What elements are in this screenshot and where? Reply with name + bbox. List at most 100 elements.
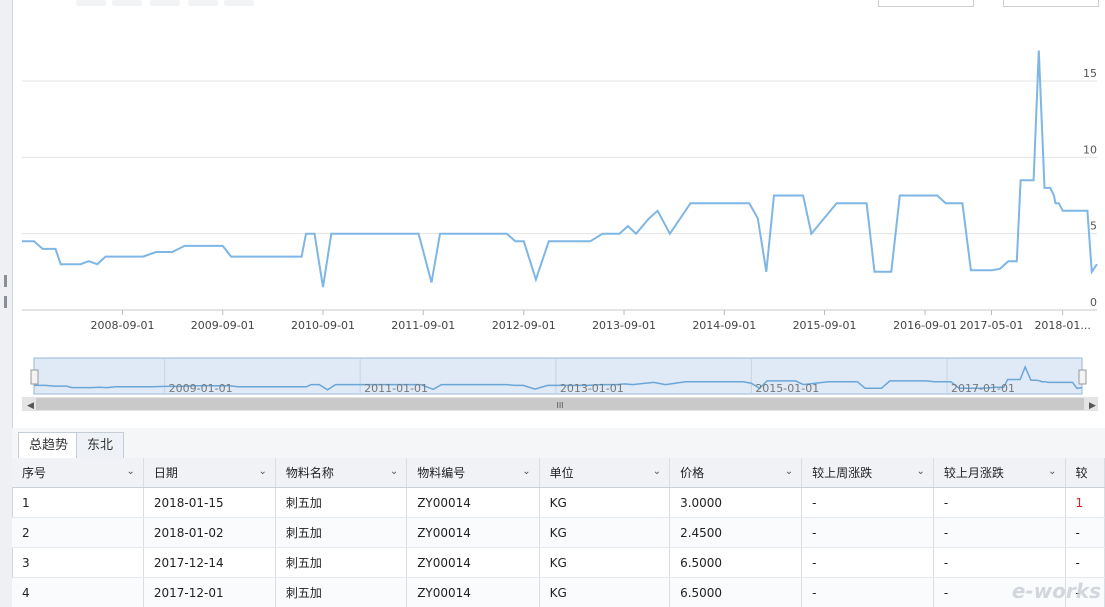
column-header-label: 较上月涨跌	[943, 466, 1004, 480]
table-row[interactable]: 2 2018-01-02 刺五加 ZY00014 KG 2.4500- - -	[12, 517, 1105, 548]
navigator-label: 2011-01-01	[364, 382, 428, 395]
y-axis-ticks: 0 5 10 15	[1083, 67, 1097, 309]
column-header[interactable]: 物料名称 ⌄	[275, 458, 408, 488]
x-tick-label: 2013-09-01	[592, 319, 656, 332]
column-menu-icon[interactable]: ⌄	[390, 466, 398, 477]
toolbar-button[interactable]	[112, 0, 142, 6]
table-cell: ZY00014	[406, 487, 540, 518]
toolbar-button[interactable]	[150, 0, 180, 6]
column-header[interactable]: 较	[1065, 458, 1105, 488]
column-header[interactable]: 序号 ⌄	[12, 458, 144, 488]
x-tick-label: 2018-01...	[1034, 319, 1090, 332]
column-header[interactable]: 较上月涨跌 ⌄	[933, 458, 1066, 488]
column-menu-icon[interactable]: ⌄	[785, 466, 793, 477]
table-cell: 刺五加	[275, 577, 408, 607]
table-cell: 2018-01-15	[143, 487, 276, 518]
navigator-label: 2017-01-01	[951, 382, 1015, 395]
table-row[interactable]: 3 2017-12-14 刺五加 ZY00014 KG 6.5000- - -	[12, 547, 1105, 578]
range-navigator[interactable]: 2009-01-01 2011-01-01 2013-01-01 2015-01-01…	[22, 357, 1098, 411]
column-header[interactable]: 较上周涨跌 ⌄	[801, 458, 934, 488]
price-line	[22, 50, 1098, 288]
table-cell: -	[801, 577, 934, 607]
column-menu-icon[interactable]: ⌄	[522, 466, 530, 477]
x-axis-ticks: 2008-09-01 2009-09-01 2010-09-01 2011-09-01…	[91, 310, 1091, 332]
x-tick-label: 2011-09-01	[391, 319, 455, 332]
table-cell: 3	[12, 547, 144, 578]
column-menu-icon[interactable]: ⌄	[653, 466, 661, 477]
date-select[interactable]	[878, 0, 974, 7]
x-tick-label: 2015-09-01	[793, 319, 857, 332]
table-cell: -	[801, 487, 934, 518]
collapse-arrow-icon[interactable]	[4, 275, 7, 287]
column-header-label: 日期	[153, 466, 178, 480]
table-cell: -	[933, 517, 1066, 548]
tab-overall-trend[interactable]: 总趋势	[18, 432, 80, 459]
navigator-left-handle[interactable]	[30, 369, 39, 385]
toolbar-button[interactable]	[224, 0, 254, 6]
table-cell: -	[1065, 547, 1105, 578]
table-cell: 6.5000	[669, 547, 803, 578]
y-tick-label: 10	[1083, 143, 1097, 156]
table-cell: 2017-12-01	[143, 577, 276, 607]
region-tabs: 总趋势 东北	[12, 428, 1105, 459]
column-header[interactable]: 日期 ⌄	[143, 458, 276, 488]
table-cell: -	[801, 517, 934, 548]
table-cell: 2018-01-02	[143, 517, 276, 548]
column-header[interactable]: 价格 ⌄	[669, 458, 803, 488]
table-cell: 3.0000	[669, 487, 803, 518]
column-menu-icon[interactable]: ⌄	[916, 466, 924, 477]
table-cell: -	[801, 547, 934, 578]
table-cell: -	[1065, 517, 1105, 548]
toolbar-button[interactable]	[188, 0, 218, 6]
navigator-label: 2009-01-01	[169, 382, 233, 395]
x-tick-label: 2012-09-01	[492, 319, 556, 332]
column-header-label: 较	[1075, 466, 1088, 480]
table-cell: 1	[12, 487, 144, 518]
table-cell: ZY00014	[406, 547, 540, 578]
column-header-label: 较上周涨跌	[812, 466, 873, 480]
table-row[interactable]: 4 2017-12-01 刺五加 ZY00014 KG 6.5000- - -	[12, 577, 1105, 607]
table-cell: 刺五加	[275, 487, 408, 518]
price-trend-chart: 0 5 10 15 2008-09-01 2009-09-01 2010-09-01 201…	[22, 50, 1098, 411]
table-cell: 4	[12, 577, 144, 607]
column-header-label: 单位	[549, 466, 574, 480]
table-cell: ZY00014	[406, 577, 540, 607]
column-header-label: 价格	[680, 466, 705, 480]
navigator-label: 2013-01-01	[560, 382, 624, 395]
x-tick-label: 2016-09-01	[893, 319, 957, 332]
toolbar-button[interactable]	[76, 0, 106, 6]
table-cell: 2	[12, 517, 144, 548]
table-cell: KG	[539, 547, 671, 578]
column-menu-icon[interactable]: ⌄	[1048, 466, 1056, 477]
scroll-left-arrow-icon[interactable]: ◀	[27, 401, 34, 411]
column-header[interactable]: 物料编号 ⌄	[406, 458, 540, 488]
date-select[interactable]	[1003, 0, 1099, 7]
table-cell: KG	[539, 517, 671, 548]
table-cell: 刺五加	[275, 517, 408, 548]
scroll-right-arrow-icon[interactable]: ▶	[1089, 401, 1096, 411]
table-row[interactable]: 1 2018-01-15 刺五加 ZY00014 KG 3.0000- -1	[12, 487, 1105, 518]
column-header-label: 序号	[22, 466, 47, 480]
table-cell: KG	[539, 577, 671, 607]
column-header[interactable]: 单位 ⌄	[539, 458, 671, 488]
scroll-grip-icon: III	[556, 401, 563, 410]
column-header-label: 物料编号	[417, 466, 466, 480]
column-menu-icon[interactable]: ⌄	[126, 466, 134, 477]
y-tick-label: 15	[1083, 67, 1097, 80]
column-header-label: 物料名称	[285, 466, 334, 480]
x-tick-label: 2009-09-01	[191, 319, 255, 332]
y-tick-label: 5	[1090, 220, 1097, 233]
y-tick-label: 0	[1090, 296, 1097, 309]
navigator-right-handle[interactable]	[1078, 369, 1087, 385]
navigator-label: 2015-01-01	[755, 382, 819, 395]
table-cell: -	[933, 547, 1066, 578]
table-cell: 2017-12-14	[143, 547, 276, 578]
column-menu-icon[interactable]: ⌄	[259, 466, 267, 477]
table-cell: 6.5000	[669, 577, 803, 607]
x-tick-label: 2010-09-01	[291, 319, 355, 332]
table-cell: 刺五加	[275, 547, 408, 578]
splitter-handle-icon[interactable]	[4, 296, 7, 308]
table-cell: ZY00014	[406, 517, 540, 548]
tab-northeast[interactable]: 东北	[76, 432, 125, 458]
price-table: 序号 ⌄ 日期 ⌄ 物料名称 ⌄ 物料编号 ⌄ 单位 ⌄ 价格 ⌄ 较上周涨跌 ⌄ 较上月涨跌 ⌄ 较 1 201…	[12, 458, 1105, 607]
